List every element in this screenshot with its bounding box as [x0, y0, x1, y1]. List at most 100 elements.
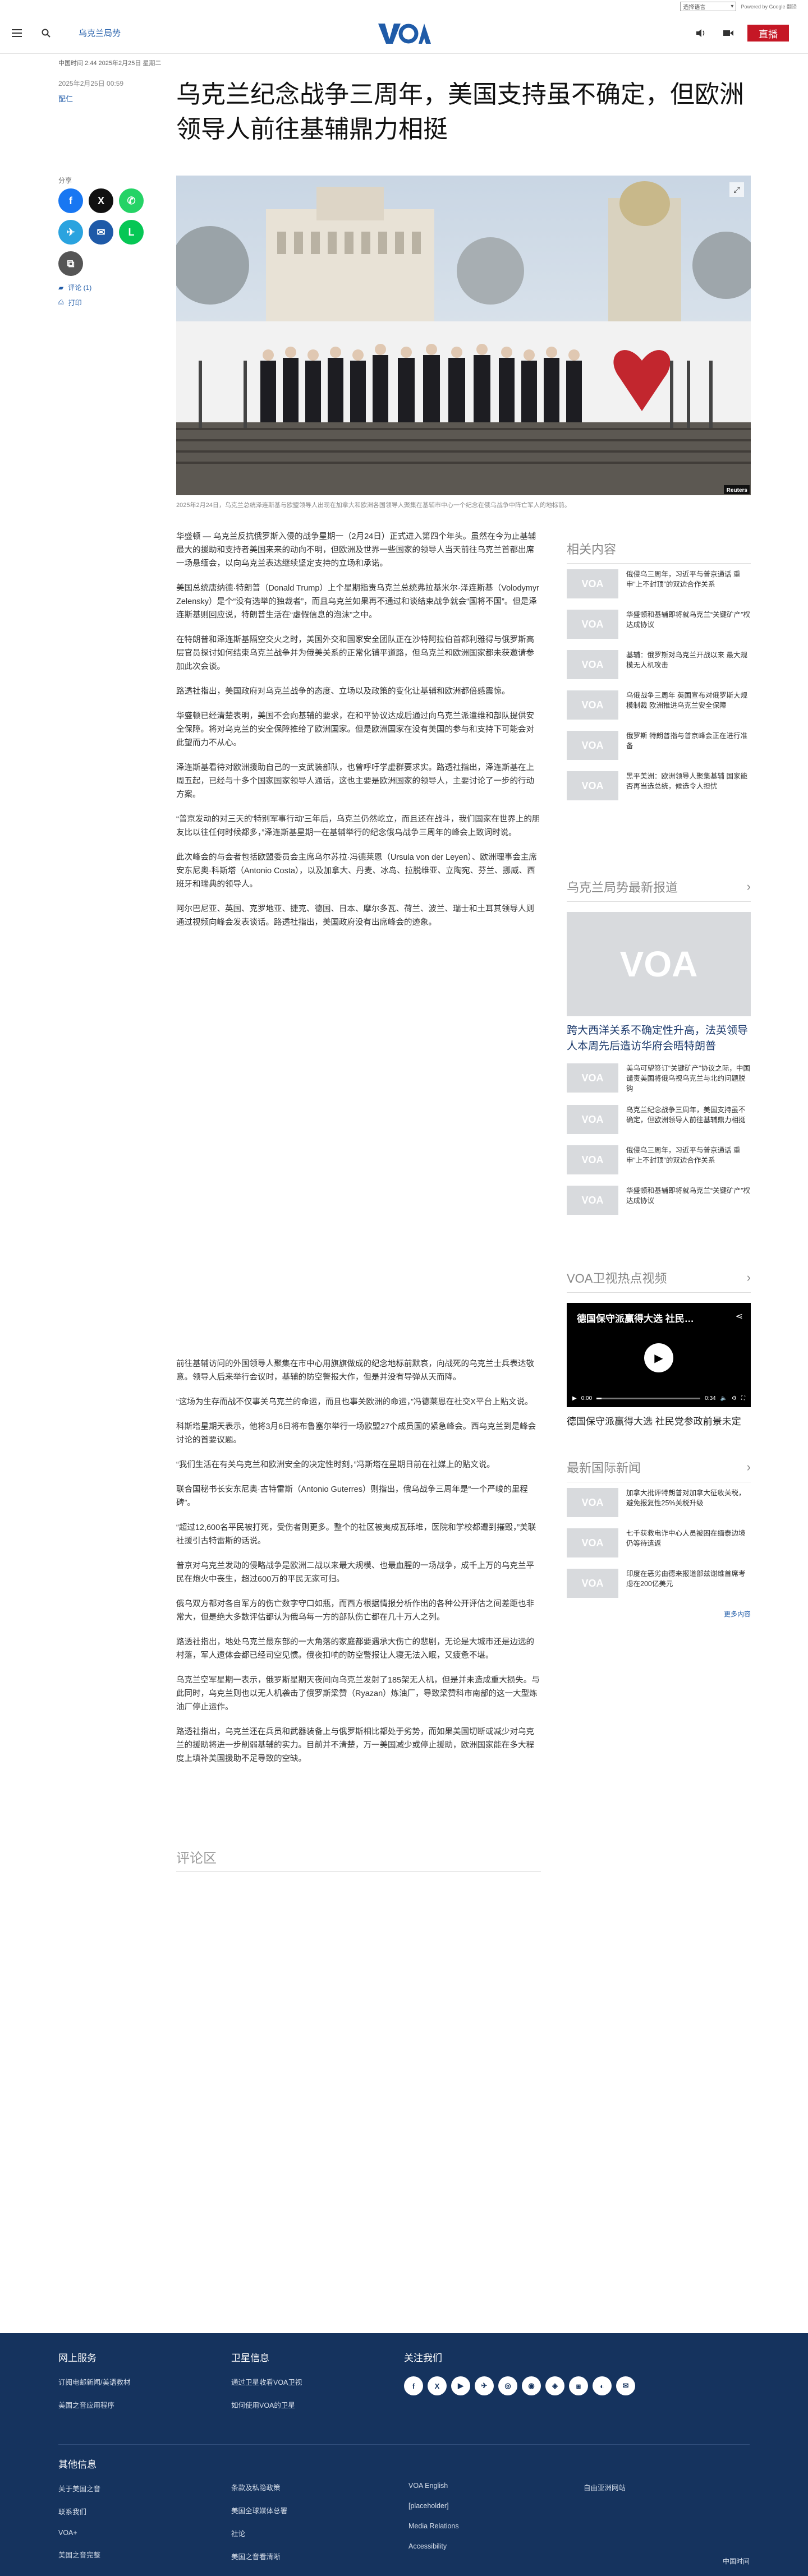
podcast-alt-icon[interactable]: ◐ — [593, 2376, 612, 2395]
latest-heading[interactable]: 乌克兰局势最新报道 › — [567, 878, 751, 902]
related-item[interactable]: VOA 俄罗斯 特朗普指与普京峰会正在进行准备 — [567, 725, 751, 766]
utility-bar: 选择语言 ▾ Powered by Google 翻译 — [0, 0, 808, 12]
voa-thumb-icon: VOA — [567, 690, 618, 720]
paragraph: 华盛顿已经清楚表明，美国不会向基辅的要求，在和平协议达成后通过向乌克兰派遣维和部… — [176, 712, 534, 748]
video-caption[interactable]: 德国保守派赢得大选 社民党参政前景未定 — [567, 1414, 751, 1430]
voa-logo[interactable] — [377, 21, 431, 46]
footer-link[interactable]: 社论 — [231, 2528, 287, 2538]
facebook-share-icon[interactable]: f — [58, 188, 83, 213]
footer-link[interactable]: 美国之音完整 — [58, 2549, 100, 2560]
share-label: 分享 — [58, 177, 72, 185]
whatsapp-share-icon[interactable]: ✆ — [119, 188, 144, 213]
site-header: 乌克兰局势 直播 — [0, 12, 808, 54]
comments-heading: 评论区 — [176, 1847, 541, 1872]
fullscreen-icon[interactable]: ⛶ — [741, 1395, 745, 1402]
comment-icon: ▰ — [58, 283, 64, 292]
related-item[interactable]: VOA 乌俄战争三周年 英国宣布对俄罗斯大规模制裁 欧洲推进乌克兰安全保障 — [567, 685, 751, 725]
print-link[interactable]: ⎙ 打印 — [58, 298, 148, 307]
share-icon[interactable]: ⋖ — [736, 1311, 743, 1322]
email-icon[interactable]: ✉ — [616, 2376, 635, 2395]
video-heading[interactable]: VOA卫视热点视频 › — [567, 1269, 751, 1293]
footer-follow: 关注我们 f X ▶ ✈ ◎ ◉ ◈ ◙ ◐ ✉ — [404, 2350, 635, 2395]
related-item[interactable]: VOA 华盛顿和基辅即将就乌克兰“关键矿产”权达成协议 — [567, 604, 751, 644]
search-icon[interactable] — [38, 25, 54, 41]
copy-link-icon[interactable]: ⧉ — [58, 251, 83, 276]
paragraph: 科斯塔星期天表示，他将3月6日将布鲁塞尔举行一场欧盟27个成员国的紧急峰会。西乌… — [176, 1422, 536, 1445]
footer-link[interactable]: VOA English — [408, 2482, 459, 2490]
latest-item[interactable]: VOA 美乌可望签订“关键矿产”协议之际，中国谴责美国将俄乌视乌克兰与北约问题脱钩 — [567, 1058, 751, 1099]
video-icon[interactable] — [720, 25, 736, 41]
settings-icon[interactable]: ⚙ — [732, 1395, 737, 1402]
audio-icon[interactable] — [694, 25, 709, 41]
footer-link[interactable]: 如何使用VOA的卫星 — [231, 2399, 302, 2410]
news-item[interactable]: VOA 七千获救电诈中心人员被困在缅泰边境仍等待遣返 — [567, 1523, 751, 1563]
more-news-link[interactable]: 更多内容 — [567, 1609, 751, 1619]
volume-icon[interactable]: 🔈 — [720, 1395, 727, 1402]
latest-item-title: 华盛顿和基辅即将就乌克兰“关键矿产”权达成协议 — [626, 1187, 750, 1205]
social-icons: f X ▶ ✈ ◎ ◉ ◈ ◙ ◐ ✉ — [404, 2376, 635, 2395]
paragraph: 路透社指出，乌克兰还在兵员和武器装备上与俄罗斯相比都处于劣势，而如果美国切断或减… — [176, 1727, 534, 1763]
latest-item[interactable]: VOA 俄侵乌三周年，习近平与普京通话 重申“上不封顶”的双边合作关系 — [567, 1140, 751, 1180]
print-icon: ⎙ — [58, 298, 64, 306]
footer-link[interactable]: 通过卫星收看VOA卫视 — [231, 2376, 302, 2387]
section-link[interactable]: 乌克兰局势 — [79, 27, 121, 39]
live-button[interactable]: 直播 — [747, 25, 789, 42]
instagram-icon[interactable]: ◎ — [498, 2376, 517, 2395]
news-heading[interactable]: 最新国际新闻 › — [567, 1458, 751, 1482]
related-item[interactable]: VOA 基辅：俄罗斯对乌克兰开战以来 最大规模无人机攻击 — [567, 644, 751, 685]
voa-thumb-icon: VOA — [567, 1528, 618, 1557]
app-icon[interactable]: ◈ — [545, 2376, 564, 2395]
telegram-share-icon[interactable]: ✈ — [58, 220, 83, 245]
expand-icon[interactable]: ⤢ — [729, 182, 744, 197]
x-icon[interactable]: X — [428, 2376, 447, 2395]
footer-link[interactable]: Media Relations — [408, 2522, 459, 2530]
language-select[interactable]: 选择语言 ▾ — [680, 1, 737, 11]
latest-item[interactable]: VOA 华盛顿和基辅即将就乌克兰“关键矿产”权达成协议 — [567, 1180, 751, 1220]
footer-link[interactable]: VOA+ — [58, 2529, 100, 2537]
google-translate-label: Powered by Google 翻译 — [741, 3, 797, 10]
x-share-icon[interactable]: X — [89, 188, 113, 213]
rss-icon[interactable]: ◙ — [569, 2376, 588, 2395]
author-link[interactable]: 配仁 — [58, 93, 73, 104]
footer-link[interactable]: 条款及私隐政策 — [231, 2482, 287, 2492]
comments-link-label: 评论 (1) — [68, 284, 92, 292]
latest-item[interactable]: VOA 乌克兰纪念战争三周年，美国支持虽不确定，但欧洲领导人前往基辅鼎力相挺 — [567, 1099, 751, 1140]
related-item[interactable]: VOA 俄侵乌三周年，习近平与普京通话 重申“上不封顶”的双边合作关系 — [567, 564, 751, 604]
telegram-icon[interactable]: ✈ — [475, 2376, 494, 2395]
video-current-time: 0:00 — [581, 1395, 593, 1402]
email-share-icon[interactable]: ✉ — [89, 220, 113, 245]
video-heading-label: VOA卫视热点视频 — [567, 1271, 667, 1285]
news-item[interactable]: VOA 印度在恶劣由德来报道部兹谢维首席考虑在200亿美元 — [567, 1563, 751, 1603]
footer-link[interactable]: 联系我们 — [58, 2506, 100, 2517]
footer-link[interactable]: Accessibility — [408, 2542, 459, 2550]
image-caption: 2025年2月24日，乌克兰总统泽连斯基与欧盟领导人出现在加拿大和欧洲各国领导人… — [176, 502, 571, 509]
youtube-icon[interactable]: ▶ — [451, 2376, 470, 2395]
comments-link[interactable]: ▰ 评论 (1) — [58, 283, 148, 292]
related-section: 相关内容 VOA 俄侵乌三周年，习近平与普京通话 重申“上不封顶”的双边合作关系 … — [567, 540, 751, 806]
line-share-icon[interactable]: L — [119, 220, 144, 245]
latest-section: 乌克兰局势最新报道 › VOA 跨大西洋关系不确定性升高，法英领导人本周先后造访华… — [567, 878, 751, 1220]
footer-link[interactable]: [placeholder] — [408, 2502, 459, 2510]
latest-feature-image[interactable]: VOA — [567, 912, 751, 1016]
video-progress-bar[interactable] — [596, 1398, 701, 1399]
footer-link[interactable]: 关于美国之音 — [58, 2483, 100, 2494]
footer-link[interactable]: 美国之音应用程序 — [58, 2399, 130, 2410]
footer-link[interactable]: 美国之音看清晰 — [231, 2551, 287, 2561]
voa-thumb-icon: VOA — [567, 1145, 618, 1174]
latest-feature-title[interactable]: 跨大西洋关系不确定性升高，法英领导人本周先后造访华府会晤特朗普 — [567, 1023, 751, 1054]
footer-link[interactable]: 美国全球媒体总署 — [231, 2505, 287, 2515]
menu-icon[interactable] — [9, 25, 25, 41]
podcast-icon[interactable]: ◉ — [522, 2376, 541, 2395]
footer-link[interactable]: 自由亚洲网站 — [584, 2482, 626, 2492]
play-icon[interactable]: ▶ — [644, 1343, 673, 1372]
video-controls: ▶ 0:00 0:34 🔈 ⚙ ⛶ — [572, 1395, 745, 1402]
play-small-icon[interactable]: ▶ — [572, 1395, 577, 1402]
related-item[interactable]: VOA 黑平美洲：欧洲领导人聚集基辅 国家能否再当选总统，候选令人担忧 — [567, 766, 751, 806]
related-heading-label: 相关内容 — [567, 542, 617, 556]
news-item[interactable]: VOA 加拿大批评特朗普对加拿大征收关税，避免报复性25%关税升级 — [567, 1482, 751, 1523]
chevron-right-icon: › — [746, 879, 751, 893]
facebook-icon[interactable]: f — [404, 2376, 423, 2395]
paragraph: 在特朗普和泽连斯基隔空交火之时，美国外交和国家安全团队正在沙特阿拉伯首都利雅得与… — [176, 635, 534, 671]
footer-link[interactable]: 订阅电邮新闻/美语教材 — [58, 2376, 130, 2387]
video-player[interactable]: 德国保守派赢得大选 社民… ⋖ ▶ ▶ 0:00 0:34 🔈 ⚙ ⛶ — [567, 1303, 751, 1407]
